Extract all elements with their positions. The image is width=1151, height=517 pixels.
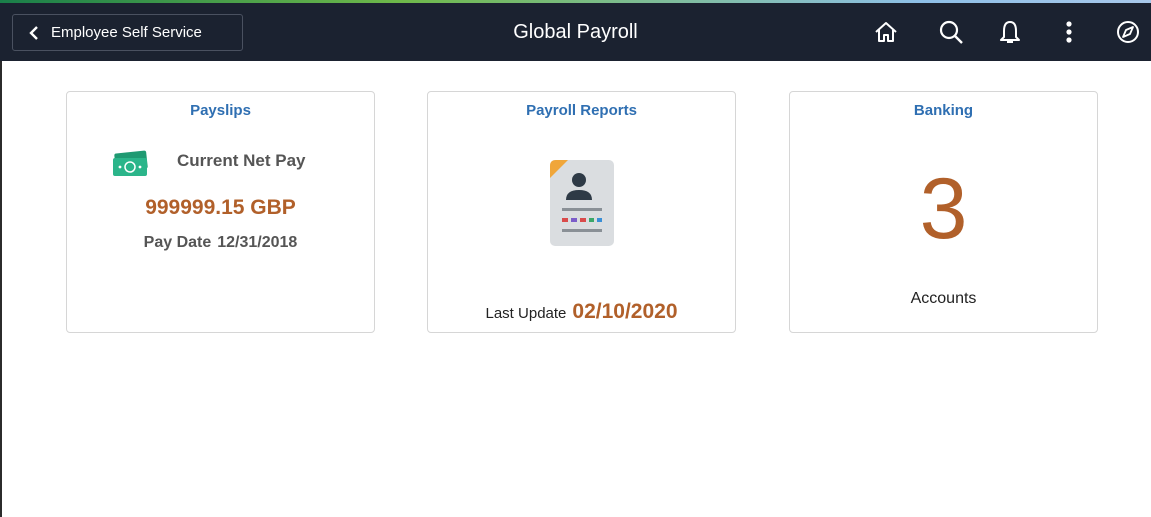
search-icon[interactable] [937, 18, 965, 46]
pay-date-value: 12/31/2018 [217, 234, 298, 251]
back-button[interactable]: Employee Self Service [12, 14, 243, 51]
pay-date-label: Pay Date [143, 234, 212, 251]
net-pay-amount: 999999.15 GBP [145, 196, 296, 219]
tile-area: Payslips Current Net Pay 999999.15 GBP P… [2, 61, 1151, 517]
report-document-icon [550, 160, 614, 246]
more-vertical-icon[interactable] [1055, 18, 1083, 46]
last-update-label: Last Update [485, 305, 567, 322]
compass-icon[interactable] [1114, 18, 1142, 46]
page-header: Employee Self Service Global Payroll [0, 3, 1151, 61]
home-icon[interactable] [872, 18, 900, 46]
last-update-value: 02/10/2020 [572, 300, 678, 323]
current-net-pay-label: Current Net Pay [177, 151, 306, 170]
payroll-reports-tile[interactable]: Payroll Reports Last Update 02/10/2020 [427, 91, 736, 333]
payroll-reports-tile-title: Payroll Reports [526, 102, 637, 119]
pay-date: Pay Date 12/31/2018 [67, 234, 374, 252]
chevron-left-icon [29, 25, 38, 40]
back-button-label: Employee Self Service [51, 24, 202, 41]
last-update: Last Update 02/10/2020 [428, 300, 735, 324]
accounts-label: Accounts [910, 290, 977, 307]
banking-tile[interactable]: Banking 3 Accounts [789, 91, 1098, 333]
bell-icon[interactable] [996, 18, 1024, 46]
banking-tile-title: Banking [913, 102, 974, 119]
payslips-tile-title: Payslips [190, 102, 251, 119]
payslips-tile[interactable]: Payslips Current Net Pay 999999.15 GBP P… [66, 91, 375, 333]
money-icon [113, 150, 148, 176]
accounts-count: 3 [919, 161, 968, 257]
